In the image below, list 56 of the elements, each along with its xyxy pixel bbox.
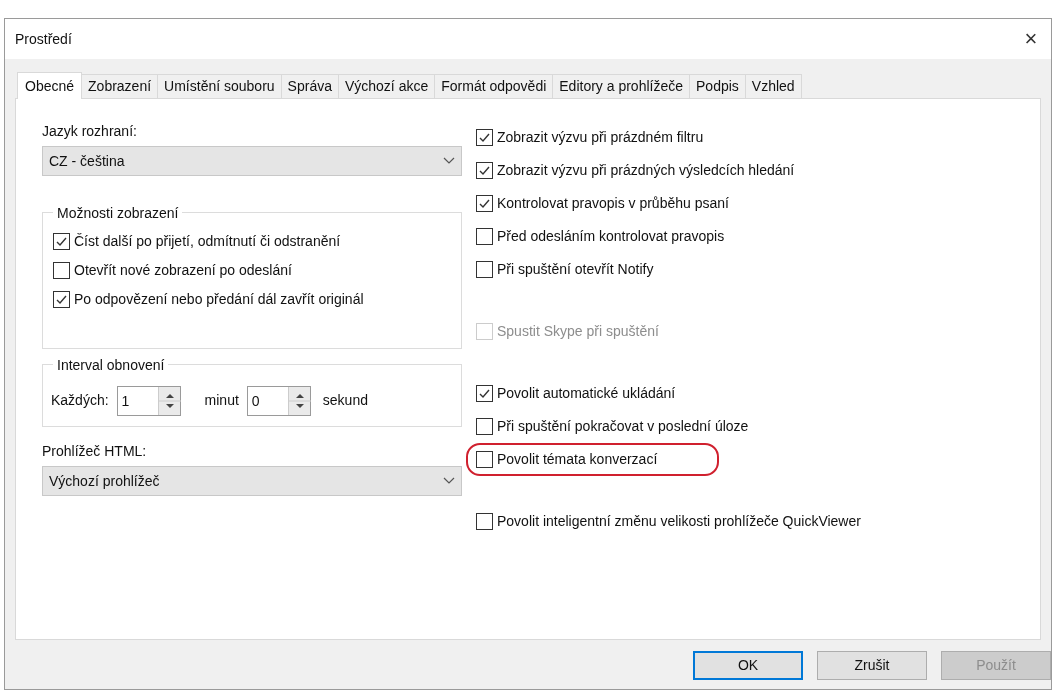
checkbox[interactable] [476, 162, 493, 179]
checkbox[interactable] [476, 261, 493, 278]
checkmark-icon [55, 235, 68, 248]
checkbox-option[interactable]: Před odesláním kontrolovat pravopis [476, 226, 731, 247]
checkbox-option[interactable]: Po odpovězení nebo předání dál zavřít originál [53, 289, 451, 310]
checkbox[interactable] [476, 129, 493, 146]
checkbox[interactable] [476, 228, 493, 245]
checkbox-option[interactable]: Povolit inteligentní změnu velikosti prohlížeče QuickViewer [476, 511, 867, 532]
tab[interactable]: Editory a prohlížeče [553, 74, 690, 98]
chevron-down-icon [443, 477, 455, 485]
spin-arrows-icon [287, 386, 310, 415]
dropdown[interactable]: CZ - čeština [42, 146, 462, 176]
checkbox-option[interactable]: Povolit témata konverzací [466, 443, 720, 476]
close-button[interactable]: × [1011, 21, 1051, 57]
checkmark-icon [478, 131, 491, 144]
tab[interactable]: Zobrazení [82, 74, 159, 98]
checkbox-option[interactable]: Otevřít nové zobrazení po odeslání [53, 260, 451, 281]
tab[interactable]: Umístění souboru [158, 74, 282, 98]
dropdown[interactable]: Výchozí prohlížeč [42, 466, 462, 496]
spin-field[interactable]: 0 [246, 385, 311, 416]
tab[interactable]: Správa [281, 74, 339, 98]
checkbox-option[interactable]: Kontrolovat pravopis v průběhu psaní [476, 193, 735, 214]
checkmark-icon [478, 197, 491, 210]
checkbox-option[interactable]: Zobrazit výzvu při prázdném filtru [476, 127, 710, 148]
checkbox[interactable] [476, 418, 493, 435]
spin-arrows-icon [157, 386, 180, 415]
checkbox[interactable] [53, 262, 70, 279]
spin-field[interactable]: 1 [116, 385, 181, 416]
field-label: Každých: [51, 391, 109, 410]
checkbox[interactable] [476, 513, 493, 530]
checkbox[interactable] [53, 233, 70, 250]
window-title: Prostředí [15, 29, 72, 49]
tab[interactable]: Vzhled [745, 74, 802, 98]
tab[interactable]: Podpis [690, 74, 746, 98]
chevron-down-icon [443, 157, 455, 165]
field-label: sekund [322, 391, 368, 410]
checkmark-icon [478, 164, 491, 177]
field-label: Prohlížeč HTML: [42, 442, 148, 461]
checkbox[interactable] [476, 385, 493, 402]
tab[interactable]: Obecné [17, 72, 83, 99]
checkbox[interactable] [476, 195, 493, 212]
field-label: Jazyk rozhraní: [42, 122, 138, 141]
checkmark-icon [478, 387, 491, 400]
tab[interactable]: Výchozí akce [338, 74, 436, 98]
checkmark-icon [55, 293, 68, 306]
checkbox[interactable] [476, 451, 493, 468]
checkbox-option[interactable]: Povolit automatické ukládání [476, 383, 682, 404]
tab[interactable]: Formát odpovědi [435, 74, 554, 98]
checkbox-option[interactable]: Při spuštění otevřít Notify [476, 259, 660, 280]
dialog-button[interactable]: Zrušit [817, 651, 927, 680]
checkbox[interactable] [53, 291, 70, 308]
checkbox-option[interactable]: Číst další po přijetí, odmítnutí či odstranění [53, 231, 451, 252]
field-label: minut [204, 391, 239, 410]
dialog-button[interactable]: OK [693, 651, 803, 680]
checkbox-option[interactable]: Při spuštění pokračovat v poslední úloze [476, 416, 755, 437]
checkbox-option[interactable]: Zobrazit výzvu při prázdných výsledcích hledání [476, 160, 801, 181]
